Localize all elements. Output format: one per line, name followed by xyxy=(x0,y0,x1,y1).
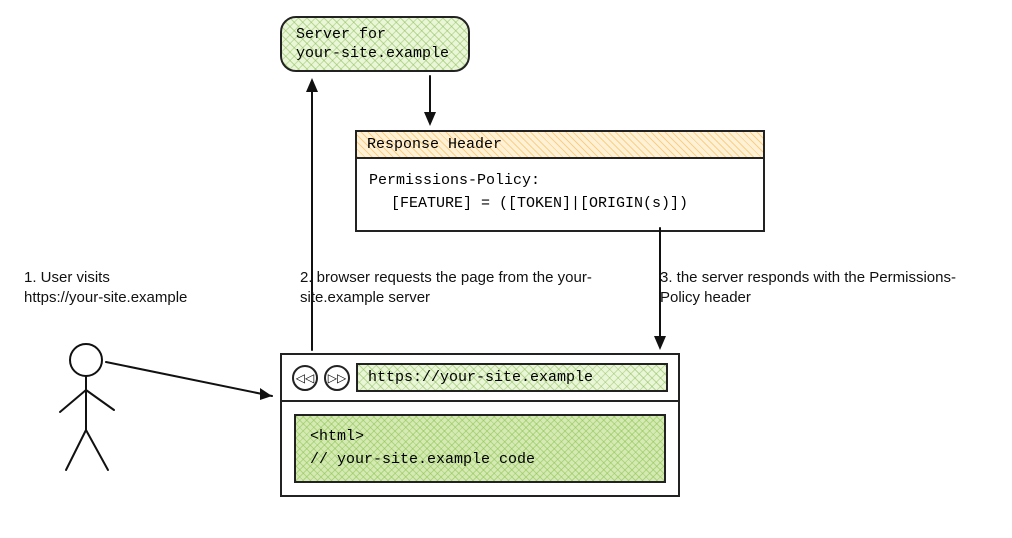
step-1-url: https://your-site.example xyxy=(24,289,187,306)
step-1-prefix: 1. User visits xyxy=(24,269,110,286)
page-source-block: <html> // your-site.example code xyxy=(294,414,666,483)
url-bar: https://your-site.example xyxy=(356,363,668,392)
browser-window: ◁◁ ▷▷ https://your-site.example <html> /… xyxy=(280,353,680,497)
code-line-1: <html> xyxy=(310,426,650,449)
step-1-label: 1. User visits https://your-site.example xyxy=(24,268,254,309)
code-line-2: // your-site.example code xyxy=(310,449,650,472)
user-figure-icon xyxy=(60,344,114,470)
arrow-user-to-browser xyxy=(106,362,272,400)
step-3-label: 3. the server responds with the Permissi… xyxy=(660,268,960,309)
response-header-body: Permissions-Policy: [FEATURE] = ([TOKEN]… xyxy=(357,159,763,230)
arrow-browser-to-server xyxy=(306,78,318,350)
step-2-label: 2. browser requests the page from the yo… xyxy=(300,268,610,309)
response-header-line1: Permissions-Policy: xyxy=(369,169,751,192)
arrow-server-to-header xyxy=(424,76,436,126)
browser-toolbar: ◁◁ ▷▷ https://your-site.example xyxy=(282,355,678,402)
response-header-title: Response Header xyxy=(357,132,763,159)
back-icon: ◁◁ xyxy=(292,365,318,391)
response-header-box: Response Header Permissions-Policy: [FEA… xyxy=(355,130,765,232)
forward-icon: ▷▷ xyxy=(324,365,350,391)
response-header-line2: [FEATURE] = ([TOKEN]|[ORIGIN(s)]) xyxy=(369,192,751,215)
browser-viewport: <html> // your-site.example code xyxy=(282,402,678,495)
server-label-line1: Server for xyxy=(296,26,454,45)
server-box: Server for your-site.example xyxy=(280,16,470,72)
server-label-line2: your-site.example xyxy=(296,45,454,64)
